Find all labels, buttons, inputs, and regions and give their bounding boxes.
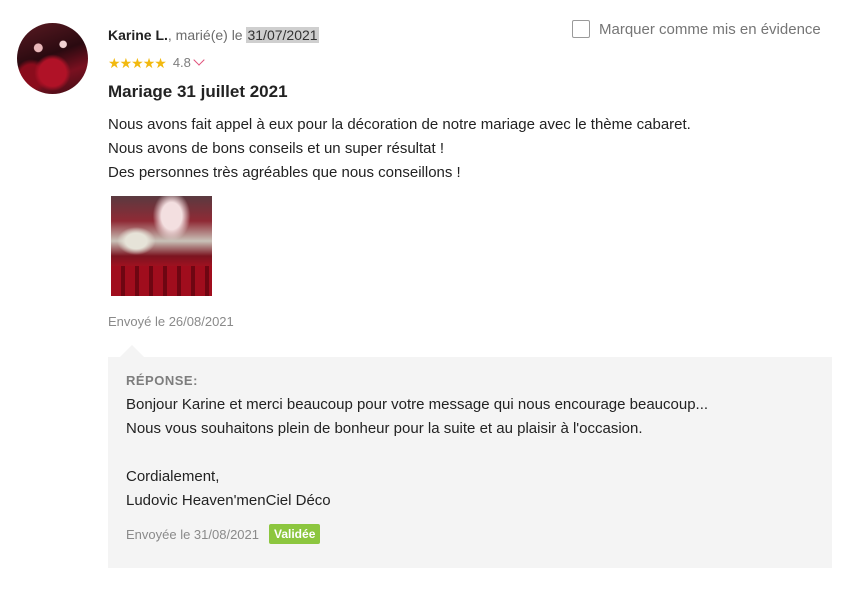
star-icon: ★ bbox=[131, 54, 144, 71]
star-icon: ★ bbox=[119, 54, 133, 71]
reply-line: Ludovic Heaven'menCiel Déco bbox=[126, 492, 331, 509]
review-body-line: Des personnes très agréables que nous co… bbox=[108, 164, 461, 181]
rating[interactable]: ★ ★ ★ ★ ★ 4.8 bbox=[108, 54, 205, 71]
star-icon: ★ bbox=[154, 54, 167, 71]
rating-value: 4.8 bbox=[172, 55, 191, 70]
checkbox-icon[interactable] bbox=[572, 20, 590, 38]
wedding-date: 31/07/2021 bbox=[246, 27, 319, 43]
review-title: Mariage 31 juillet 2021 bbox=[108, 82, 288, 101]
review-body: Nous avons fait appel à eux pour la déco… bbox=[108, 113, 691, 185]
reply-footer: Envoyée le 31/08/2021 Validée bbox=[126, 524, 321, 544]
reply-line: Nous vous souhaitons plein de bonheur po… bbox=[126, 420, 643, 437]
photo-detail bbox=[111, 266, 212, 296]
highlight-label[interactable]: Marquer comme mis en évidence bbox=[599, 21, 821, 38]
review-header: Karine L., marié(e) le 31/07/2021 bbox=[108, 27, 319, 43]
review-sent-date: Envoyé le 26/08/2021 bbox=[108, 314, 234, 329]
reply-label: RÉPONSE: bbox=[126, 373, 198, 388]
avatar[interactable] bbox=[17, 23, 88, 94]
reply-line: Bonjour Karine et merci beaucoup pour vo… bbox=[126, 396, 709, 413]
status-badge: Validée bbox=[269, 524, 321, 544]
star-icon: ★ bbox=[108, 54, 121, 71]
reply-line bbox=[126, 441, 708, 465]
review-body-line: Nous avons fait appel à eux pour la déco… bbox=[108, 116, 691, 133]
reply-box: RÉPONSE: Bonjour Karine et merci beaucou… bbox=[108, 357, 832, 568]
highlight-toggle[interactable]: Marquer comme mis en évidence bbox=[572, 20, 821, 38]
chevron-down-icon[interactable] bbox=[193, 54, 205, 66]
reply-sent-date: Envoyée le 31/08/2021 bbox=[126, 526, 259, 542]
reply-body: Bonjour Karine et merci beaucoup pour vo… bbox=[126, 393, 708, 513]
reply-line: Cordialement, bbox=[126, 468, 220, 485]
married-label: , marié(e) le bbox=[167, 27, 247, 43]
review-body-line: Nous avons de bons conseils et un super … bbox=[108, 140, 445, 157]
author-name[interactable]: Karine L. bbox=[108, 27, 168, 43]
stars: ★ ★ ★ ★ ★ bbox=[108, 54, 167, 71]
reply-pointer bbox=[120, 345, 144, 357]
star-icon: ★ bbox=[142, 54, 156, 71]
review-photo-thumbnail[interactable] bbox=[111, 196, 212, 296]
